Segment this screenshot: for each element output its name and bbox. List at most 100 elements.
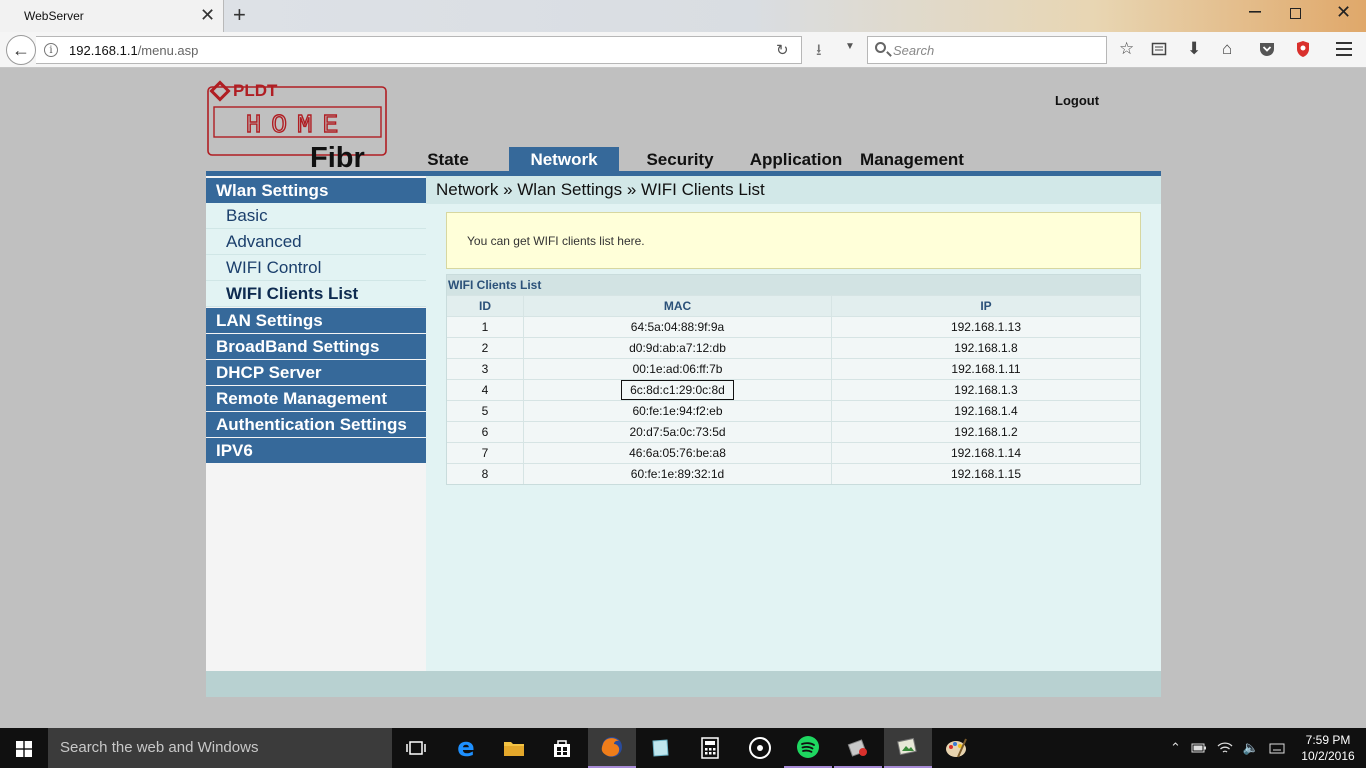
- back-button[interactable]: ←: [6, 35, 36, 65]
- url-path: /menu.asp: [137, 43, 199, 58]
- column-header-ip: IP: [980, 299, 992, 313]
- sidebar-broadband-settings[interactable]: BroadBand Settings: [206, 334, 426, 359]
- paint-icon: [946, 738, 967, 758]
- bookmark-star-icon[interactable]: ☆: [1119, 39, 1134, 59]
- page-header: PLDT HOME Fibr Logout State Network Secu…: [206, 69, 1161, 172]
- browser-tab-strip: WebServer ✕ + ✕: [0, 0, 1366, 32]
- taskbar-app-image[interactable]: [884, 728, 932, 768]
- table-row: 8 60:fe:1e:89:32:1d 192.168.1.15: [447, 463, 1140, 484]
- info-icon[interactable]: i: [44, 43, 58, 57]
- sidebar-lan-settings[interactable]: LAN Settings: [206, 308, 426, 333]
- search-input[interactable]: Search: [867, 36, 1107, 64]
- svg-text:Fibr: Fibr: [310, 142, 365, 171]
- sidebar-item-basic[interactable]: Basic: [206, 203, 426, 229]
- tab-management[interactable]: Management: [856, 147, 968, 172]
- sidebar-item-advanced[interactable]: Advanced: [206, 229, 426, 255]
- sidebar: Wlan Settings Basic Advanced WIFI Contro…: [206, 176, 426, 671]
- browser-tab[interactable]: WebServer ✕: [0, 0, 224, 32]
- minimize-icon[interactable]: [1248, 4, 1262, 18]
- clock-date: 10/2/2016: [1301, 749, 1355, 763]
- close-window-icon[interactable]: ✕: [1336, 2, 1351, 22]
- tab-state[interactable]: State: [418, 147, 478, 172]
- cell-id: 5: [447, 401, 524, 421]
- page-footer: [206, 671, 1161, 697]
- folder-icon: [504, 742, 524, 756]
- sidebar-dhcp-server[interactable]: DHCP Server: [206, 360, 426, 385]
- chevron-up-icon[interactable]: ⌃: [1170, 740, 1181, 756]
- search-icon: [875, 42, 886, 53]
- chevron-down-icon[interactable]: ▼: [845, 41, 855, 52]
- table-row: 5 60:fe:1e:94:f2:eb 192.168.1.4: [447, 400, 1140, 421]
- logout-link[interactable]: Logout: [1055, 93, 1099, 108]
- cell-ip: 192.168.1.8: [954, 341, 1018, 355]
- battery-icon[interactable]: [1191, 742, 1207, 754]
- taskbar-paint[interactable]: [932, 728, 980, 768]
- taskbar-groove-music[interactable]: [736, 728, 784, 768]
- downloads-icon[interactable]: ⬇: [1187, 39, 1201, 59]
- clock-time: 7:59 PM: [1305, 733, 1351, 747]
- search-placeholder: Search: [893, 43, 935, 58]
- table-row: 3 00:1e:ad:06:ff:7b 192.168.1.11: [447, 358, 1140, 379]
- close-tab-icon[interactable]: ✕: [200, 5, 215, 25]
- adblock-shield-icon[interactable]: [1295, 40, 1311, 58]
- start-button[interactable]: [0, 728, 48, 768]
- volume-icon[interactable]: 🔈: [1243, 740, 1259, 756]
- wifi-clients-table: WIFI Clients List ID MAC IP 1 64:5a:04:8…: [446, 274, 1141, 485]
- svg-text:HOME: HOME: [246, 110, 348, 140]
- sidebar-wlan-settings[interactable]: Wlan Settings: [206, 178, 426, 203]
- taskbar-store[interactable]: [538, 728, 586, 768]
- taskbar-search-box[interactable]: Search the web and Windows: [48, 728, 392, 768]
- sidebar-item-wifi-control[interactable]: WIFI Control: [206, 255, 426, 281]
- taskbar-file-explorer[interactable]: [490, 728, 538, 768]
- taskbar-notepad[interactable]: [636, 728, 684, 768]
- firefox-icon: [601, 737, 622, 757]
- taskbar-firefox[interactable]: [588, 728, 636, 768]
- url-text: 192.168.1.1/menu.asp: [69, 43, 198, 58]
- tab-network[interactable]: Network: [509, 147, 619, 172]
- table-row: 1 64:5a:04:88:9f:9a 192.168.1.13: [447, 316, 1140, 337]
- tab-application[interactable]: Application: [746, 147, 846, 172]
- cell-id: 2: [447, 338, 524, 358]
- taskbar-edge[interactable]: e: [442, 728, 490, 768]
- windows-logo-icon: [16, 741, 32, 757]
- cell-ip: 192.168.1.11: [951, 362, 1021, 376]
- address-bar[interactable]: i 192.168.1.1/menu.asp ↻: [36, 36, 802, 64]
- tab-security[interactable]: Security: [640, 147, 720, 172]
- pocket-icon[interactable]: [1258, 41, 1276, 57]
- task-view-icon: [406, 741, 426, 755]
- task-view-button[interactable]: [392, 728, 440, 768]
- taskbar-clock[interactable]: 7:59 PM 10/2/2016: [1296, 732, 1360, 764]
- reading-list-icon[interactable]: [1151, 41, 1167, 57]
- table-header-row: ID MAC IP: [447, 295, 1140, 316]
- cell-mac: 00:1e:ad:06:ff:7b: [524, 359, 832, 379]
- spotify-icon: [797, 736, 819, 758]
- svg-text:PLDT: PLDT: [233, 81, 278, 100]
- cell-mac-selected[interactable]: 6c:8d:c1:29:0c:8d: [524, 380, 832, 400]
- restore-icon[interactable]: [1290, 8, 1301, 19]
- wifi-icon[interactable]: [1217, 741, 1233, 755]
- notepad-icon: [652, 739, 669, 757]
- taskbar-spotify[interactable]: [784, 728, 832, 768]
- cell-ip: 192.168.1.3: [954, 383, 1018, 397]
- taskbar-calculator[interactable]: [686, 728, 734, 768]
- home-icon[interactable]: ⌂: [1222, 39, 1232, 59]
- table-row: 7 46:6a:05:76:be:a8 192.168.1.14: [447, 442, 1140, 463]
- column-header-mac: MAC: [524, 296, 832, 316]
- router-admin-page: PLDT HOME Fibr Logout State Network Secu…: [206, 69, 1161, 697]
- image-app-icon: [897, 737, 917, 756]
- cell-id: 3: [447, 359, 524, 379]
- new-tab-icon[interactable]: +: [233, 3, 246, 27]
- system-tray: ⌃ 🔈: [1170, 728, 1285, 768]
- hamburger-menu-icon[interactable]: [1336, 42, 1352, 56]
- download-icon[interactable]: ⭳: [816, 39, 822, 66]
- sidebar-item-wifi-clients-list[interactable]: WIFI Clients List: [206, 281, 426, 307]
- taskbar-app-tool[interactable]: [834, 728, 882, 768]
- calculator-icon: [701, 737, 719, 759]
- selected-mac-text[interactable]: 6c:8d:c1:29:0c:8d: [621, 380, 734, 400]
- sidebar-remote-management[interactable]: Remote Management: [206, 386, 426, 411]
- reload-icon[interactable]: ↻: [776, 41, 789, 59]
- keyboard-icon[interactable]: [1269, 741, 1285, 755]
- table-row: 2 d0:9d:ab:a7:12:db 192.168.1.8: [447, 337, 1140, 358]
- sidebar-ipv6[interactable]: IPV6: [206, 438, 426, 463]
- sidebar-authentication-settings[interactable]: Authentication Settings: [206, 412, 426, 437]
